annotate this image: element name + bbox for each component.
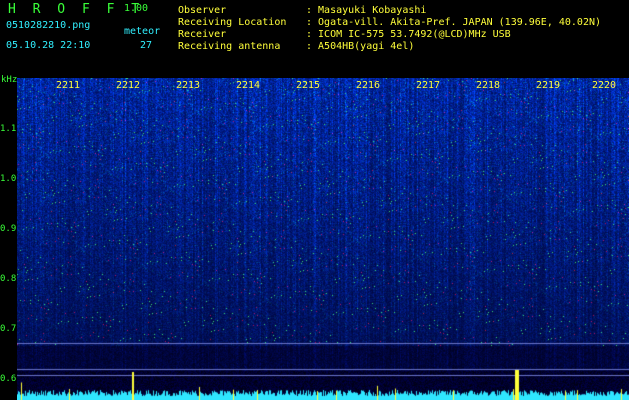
observer-value: : Masayuki Kobayashi bbox=[306, 5, 427, 16]
y-tick-1-0: 1.0 bbox=[0, 174, 17, 184]
y-tick-1-1: 1.1 bbox=[0, 124, 17, 134]
y-tick-0-9: 0.9 bbox=[0, 224, 17, 234]
x-tick-2213: 2213 bbox=[176, 80, 201, 91]
x-tick-2212: 2212 bbox=[116, 80, 141, 91]
meteor-count: 27 bbox=[140, 40, 153, 51]
x-tick-2218: 2218 bbox=[476, 80, 501, 91]
x-tick-2211: 2211 bbox=[56, 80, 81, 91]
app-version: 1.00 bbox=[124, 3, 149, 14]
x-tick-2215: 2215 bbox=[296, 80, 321, 91]
observer-label: Observer bbox=[178, 5, 227, 16]
x-tick-2214: 2214 bbox=[236, 80, 261, 91]
receiver-value: : ICOM IC-575 53.7492(@LCD)MHz USB bbox=[306, 29, 511, 40]
x-tick-2220: 2220 bbox=[592, 80, 617, 91]
x-tick-2217: 2217 bbox=[416, 80, 441, 91]
meteor-label: meteor bbox=[124, 26, 161, 37]
receiver-label: Receiver bbox=[178, 29, 227, 40]
antenna-value: : A504HB(yagi 4el) bbox=[306, 41, 415, 52]
capture-datetime: 05.10.28 22:10 bbox=[6, 40, 91, 51]
antenna-label: Receiving antenna bbox=[178, 41, 281, 52]
x-tick-2219: 2219 bbox=[536, 80, 561, 91]
spectrogram-canvas bbox=[17, 78, 629, 400]
y-axis-unit: kHz bbox=[1, 75, 18, 85]
y-tick-0-7: 0.7 bbox=[0, 324, 17, 334]
file-name: 0510282210.png bbox=[6, 20, 91, 31]
y-tick-0-6: 0.6 bbox=[0, 374, 17, 384]
location-value: : Ogata-vill. Akita-Pref. JAPAN (139.96E… bbox=[306, 17, 602, 28]
location-label: Receiving Location bbox=[178, 17, 287, 28]
x-tick-2216: 2216 bbox=[356, 80, 381, 91]
y-tick-0-8: 0.8 bbox=[0, 274, 17, 284]
